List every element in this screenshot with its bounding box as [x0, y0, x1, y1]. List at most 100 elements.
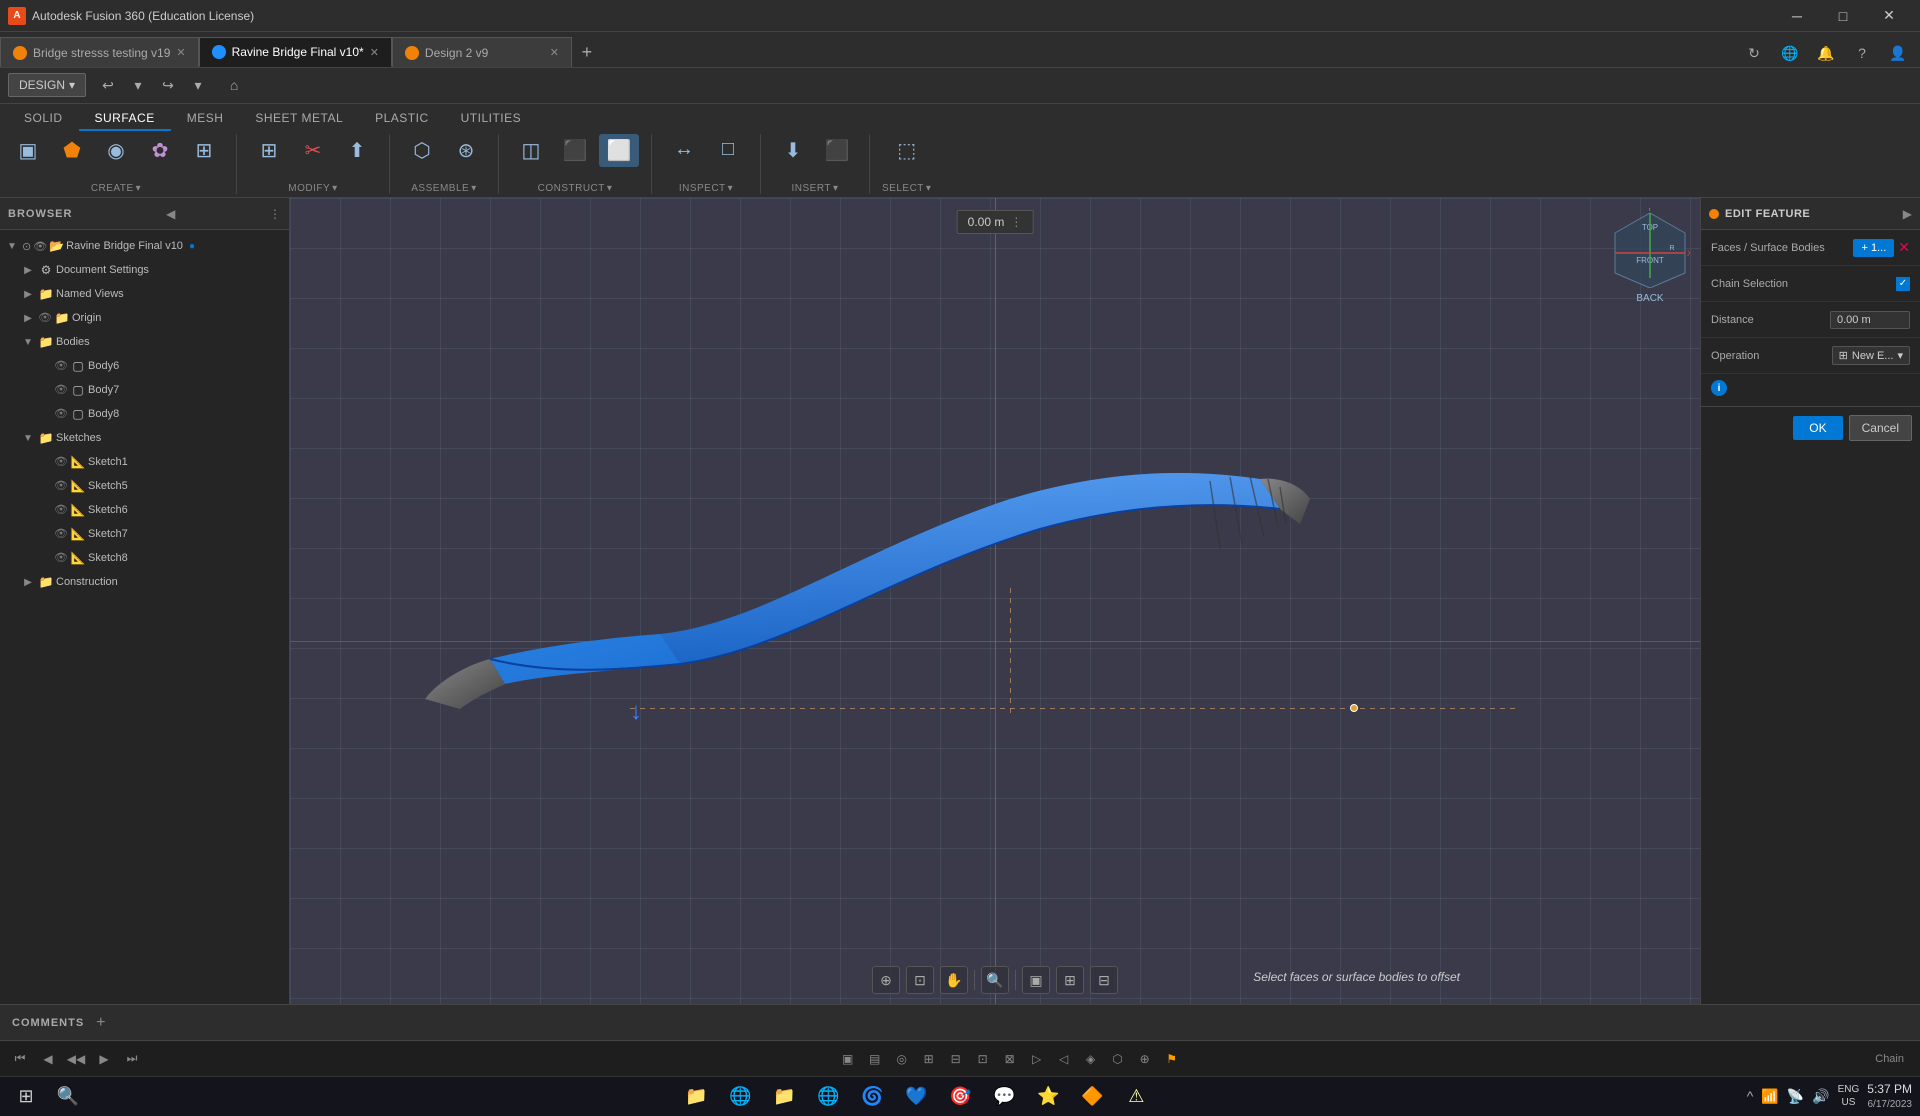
taskbar-browser2[interactable]: 🌀 — [854, 1079, 890, 1115]
doc-settings-expand[interactable]: ▶ — [20, 262, 36, 278]
play-button[interactable]: ▶ — [92, 1047, 116, 1071]
sketches-expand[interactable]: ▼ — [20, 430, 36, 446]
add-comment-button[interactable]: + — [96, 1014, 105, 1032]
tab-2[interactable]: Ravine Bridge Final v10* ✕ — [199, 37, 392, 67]
taskbar-code[interactable]: 💙 — [898, 1079, 934, 1115]
browser-options-icon[interactable]: ⋮ — [269, 207, 281, 221]
tl-icon-11[interactable]: ⬡ — [1106, 1047, 1130, 1071]
help-icon[interactable]: ? — [1848, 39, 1876, 67]
modify-label[interactable]: MODIFY ▾ — [288, 183, 337, 194]
create-label[interactable]: CREATE ▾ — [91, 183, 141, 194]
capture-position-button[interactable]: ⊡ — [906, 966, 934, 994]
home-button[interactable]: ⌂ — [220, 71, 248, 99]
display-mode-button[interactable]: ▣ — [1022, 966, 1050, 994]
select-label[interactable]: SELECT ▾ — [882, 183, 931, 194]
bodies-expand[interactable]: ▼ — [20, 334, 36, 350]
sketch8-eye-icon[interactable]: 👁 — [54, 551, 68, 565]
grid-button[interactable]: ⊞ — [1056, 966, 1084, 994]
tab-2-close[interactable]: ✕ — [370, 46, 379, 59]
volume-icon[interactable]: 🔊 — [1812, 1088, 1829, 1105]
viewport[interactable]: ↓ TOP FRONT R X Y BACK 0.00 m ⋮ — [290, 198, 1700, 1004]
tl-icon-1[interactable]: ▣ — [836, 1047, 860, 1071]
distance-input[interactable] — [1830, 311, 1910, 329]
browser-item-document-settings[interactable]: ▶ ⚙ Document Settings — [16, 258, 289, 282]
tl-icon-5[interactable]: ⊟ — [944, 1047, 968, 1071]
modify-btn-3[interactable]: ⬆ — [337, 134, 377, 167]
assemble-btn-2[interactable]: ⊛ — [446, 134, 486, 167]
tab-3-close[interactable]: ✕ — [550, 46, 559, 59]
minimize-button[interactable]: ─ — [1774, 0, 1820, 32]
browser-item-body6[interactable]: ▷ 👁 ▢ Body6 — [32, 354, 289, 378]
browser-item-sketch1[interactable]: 👁 📐 Sketch1 — [32, 450, 289, 474]
body8-eye-icon[interactable]: 👁 — [54, 407, 68, 421]
create-btn-4[interactable]: ✿ — [140, 134, 180, 167]
taskbar-chrome[interactable]: 🌐 — [722, 1079, 758, 1115]
ws-tab-solid[interactable]: SOLID — [8, 107, 79, 131]
taskbar-app5[interactable]: ⚠ — [1118, 1079, 1154, 1115]
assemble-label[interactable]: ASSEMBLE ▾ — [411, 183, 476, 194]
design-dropdown-button[interactable]: DESIGN ▾ — [8, 73, 86, 97]
tl-icon-7[interactable]: ⊠ — [998, 1047, 1022, 1071]
modify-btn-2[interactable]: ✂ — [293, 134, 333, 167]
environment-button[interactable]: ⊟ — [1090, 966, 1118, 994]
tl-icon-8[interactable]: ▷ — [1025, 1047, 1049, 1071]
measure-options-icon[interactable]: ⋮ — [1010, 215, 1022, 229]
insert-label[interactable]: INSERT ▾ — [791, 183, 838, 194]
pivot-button[interactable]: ⊕ — [872, 966, 900, 994]
tl-icon-9[interactable]: ◁ — [1052, 1047, 1076, 1071]
pan-button[interactable]: ✋ — [940, 966, 968, 994]
browser-item-sketch6[interactable]: 👁 📐 Sketch6 — [32, 498, 289, 522]
chain-selection-checkbox[interactable]: ✓ — [1896, 277, 1910, 291]
operation-select[interactable]: ⊞ New E... ▾ — [1832, 346, 1910, 365]
taskbar-app1[interactable]: 🎯 — [942, 1079, 978, 1115]
network-icon[interactable]: 📶 — [1761, 1088, 1778, 1105]
select-btn-1[interactable]: ⬚ — [887, 134, 927, 167]
insert-btn-2[interactable]: ⬛ — [817, 134, 857, 167]
inspect-btn-1[interactable]: ↔ — [664, 134, 704, 165]
new-tab-button[interactable]: + — [572, 37, 602, 67]
construction-expand[interactable]: ▶ — [20, 574, 36, 590]
account-icon[interactable]: 👤 — [1884, 39, 1912, 67]
go-start-button[interactable]: ⏮ — [8, 1047, 32, 1071]
root-expand-icon[interactable]: ▼ — [4, 238, 20, 254]
origin-eye-icon[interactable]: 👁 — [38, 311, 52, 325]
taskbar-file-explorer[interactable]: 📁 — [678, 1079, 714, 1115]
start-button[interactable]: ⊞ — [8, 1079, 44, 1115]
browser-item-sketch7[interactable]: 👁 📐 Sketch7 — [32, 522, 289, 546]
sketch1-eye-icon[interactable]: 👁 — [54, 455, 68, 469]
browser-item-construction[interactable]: ▶ 📁 Construction — [16, 570, 289, 594]
tab-1-close[interactable]: ✕ — [176, 46, 185, 59]
faces-clear-button[interactable]: ✕ — [1898, 239, 1910, 256]
cancel-button[interactable]: Cancel — [1849, 415, 1912, 441]
tab-1[interactable]: Bridge stresss testing v19 ✕ — [0, 37, 199, 67]
browser-item-body7[interactable]: ▷ 👁 ▢ Body7 — [32, 378, 289, 402]
redo-button[interactable]: ↪ — [154, 71, 182, 99]
browser-item-named-views[interactable]: ▶ 📁 Named Views — [16, 282, 289, 306]
chevron-up-icon[interactable]: ^ — [1747, 1088, 1754, 1104]
origin-expand[interactable]: ▶ — [20, 310, 36, 326]
ws-tab-plastic[interactable]: PLASTIC — [359, 107, 445, 131]
notification-icon[interactable]: 🔔 — [1812, 39, 1840, 67]
wifi-icon[interactable]: 📡 — [1787, 1088, 1804, 1105]
sketch7-eye-icon[interactable]: 👁 — [54, 527, 68, 541]
taskbar-app3[interactable]: ⭐ — [1030, 1079, 1066, 1115]
taskbar-app4[interactable]: 🔶 — [1074, 1079, 1110, 1115]
ok-button[interactable]: OK — [1793, 416, 1842, 440]
undo-button[interactable]: ↩ — [94, 71, 122, 99]
refresh-icon[interactable]: ↻ — [1740, 39, 1768, 67]
clock[interactable]: 5:37 PM 6/17/2023 — [1867, 1081, 1912, 1112]
play-reverse-button[interactable]: ◀◀ — [64, 1047, 88, 1071]
body7-eye-icon[interactable]: 👁 — [54, 383, 68, 397]
zoom-button[interactable]: 🔍 — [981, 966, 1009, 994]
construct-btn-2[interactable]: ⬛ — [555, 134, 595, 167]
inspect-label[interactable]: INSPECT ▾ — [679, 183, 733, 194]
tab-3[interactable]: Design 2 v9 ✕ — [392, 37, 572, 67]
tl-icon-2[interactable]: ▤ — [863, 1047, 887, 1071]
tl-icon-6[interactable]: ⊡ — [971, 1047, 995, 1071]
inspect-btn-2[interactable]: □ — [708, 134, 748, 165]
taskbar-edge[interactable]: 🌐 — [810, 1079, 846, 1115]
taskbar-app2[interactable]: 💬 — [986, 1079, 1022, 1115]
redo-dropdown[interactable]: ▾ — [184, 71, 212, 99]
browser-item-sketch8[interactable]: 👁 📐 Sketch8 — [32, 546, 289, 570]
assemble-btn-1[interactable]: ⬡ — [402, 134, 442, 167]
